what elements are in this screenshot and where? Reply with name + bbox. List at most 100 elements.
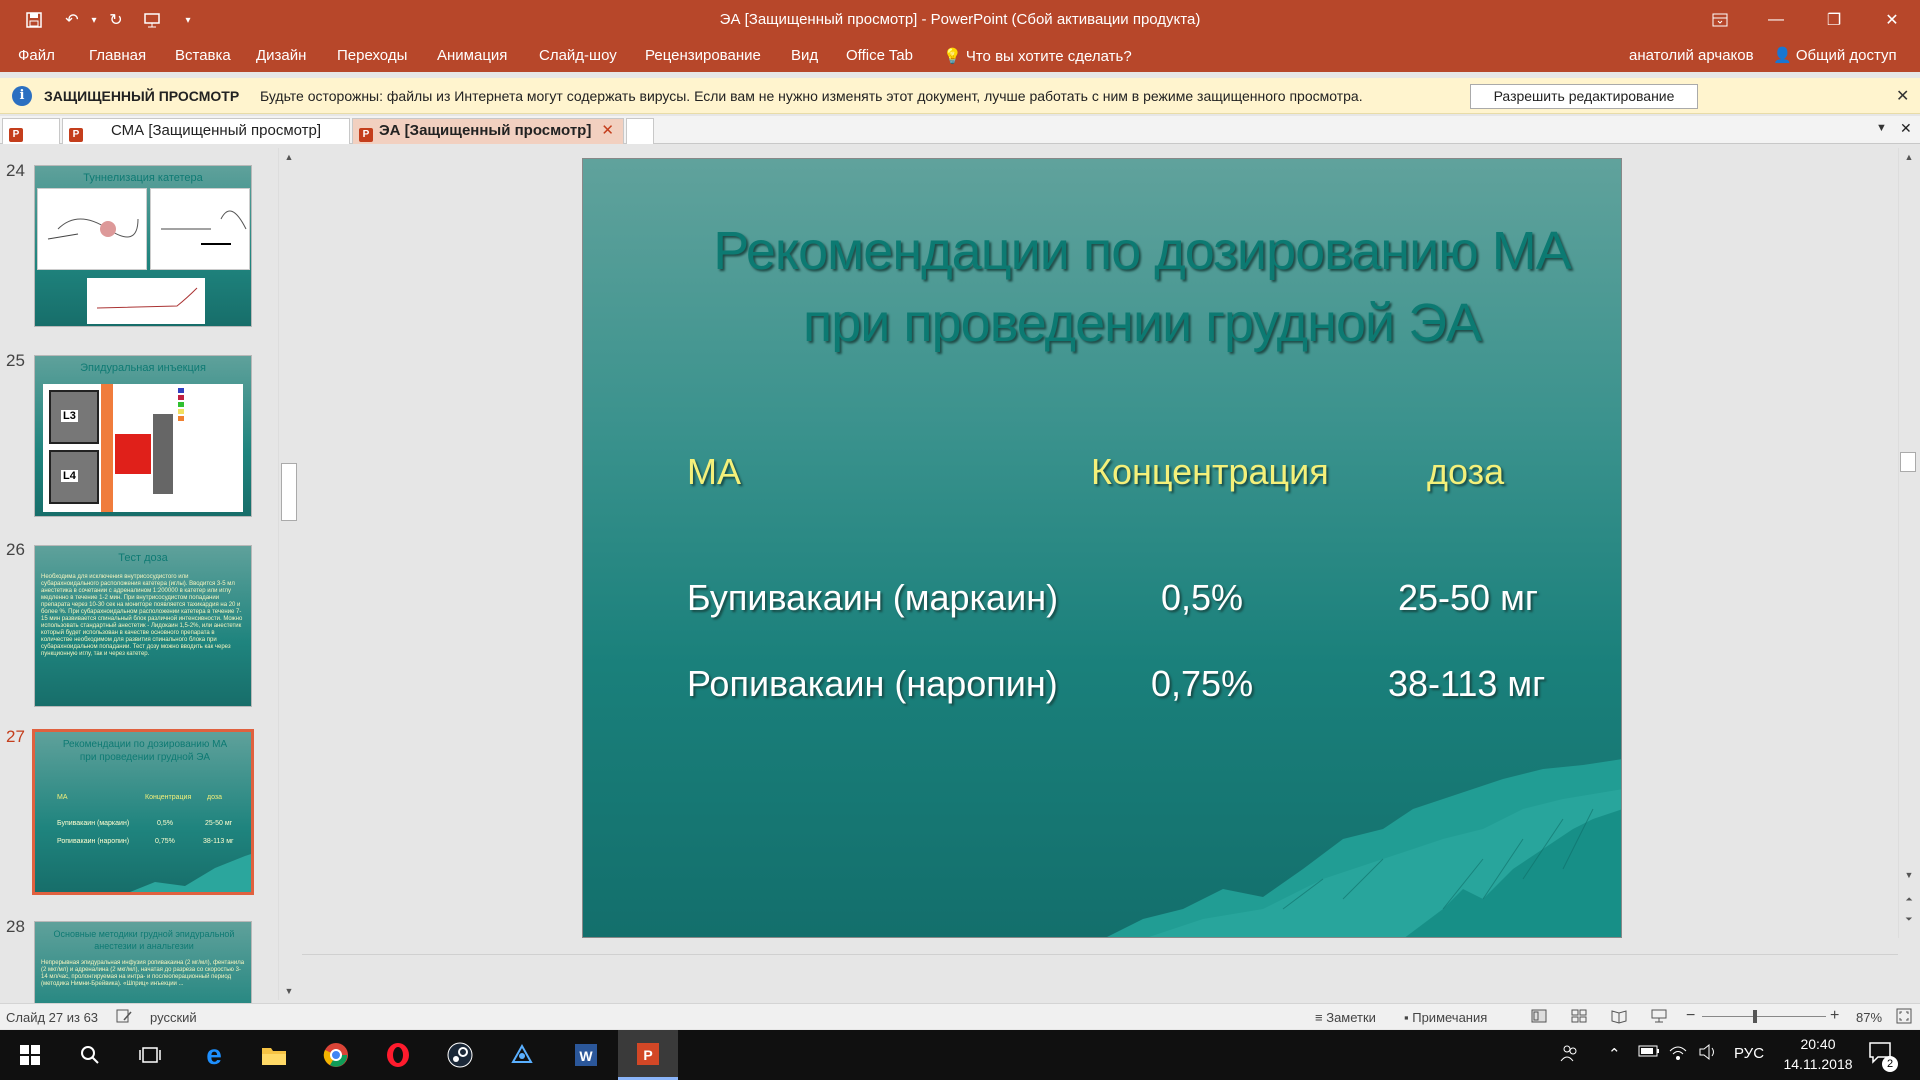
- row1-drug[interactable]: Бупивакаин (маркаин): [687, 577, 1058, 619]
- slideshow-view-icon[interactable]: [1651, 1008, 1667, 1027]
- zoom-level[interactable]: 87%: [1856, 1010, 1882, 1025]
- user-name[interactable]: анатолий арчаков: [1629, 47, 1754, 64]
- tab-close-icon[interactable]: ✕: [601, 122, 614, 139]
- tab-list-dropdown-icon[interactable]: ▼: [1876, 122, 1887, 134]
- row2-drug[interactable]: Ропивакаин (наропин): [687, 663, 1058, 705]
- row1-concentration[interactable]: 0,5%: [1161, 577, 1243, 619]
- tab-ea[interactable]: P ЭА [Защищенный просмотр] ✕: [352, 118, 624, 144]
- app-icon[interactable]: [492, 1030, 552, 1080]
- normal-view-icon[interactable]: [1531, 1008, 1547, 1027]
- scroll-down-icon[interactable]: ▼: [282, 984, 296, 998]
- slide-thumbnail-26[interactable]: Тест доза Необходима для исключения внут…: [34, 545, 252, 707]
- tab-review[interactable]: Рецензирование: [645, 47, 761, 64]
- tab-animations[interactable]: Анимация: [437, 47, 507, 64]
- header-dose[interactable]: доза: [1427, 451, 1504, 493]
- tab-insert[interactable]: Вставка: [175, 47, 231, 64]
- windows-taskbar: e W P ⌃ РУС 20:40 14.11.2018 2: [0, 1030, 1920, 1080]
- thumb-cell: МА: [57, 794, 68, 801]
- close-icon[interactable]: ✕: [1896, 86, 1909, 106]
- tab-view[interactable]: Вид: [791, 47, 818, 64]
- comment-icon: ▪: [1404, 1010, 1409, 1025]
- tab-office-tab[interactable]: Office Tab: [846, 47, 913, 64]
- slide-thumbnail-25[interactable]: Эпидуральная инъекция L3 L4: [34, 355, 252, 517]
- zoom-slider-track[interactable]: [1702, 1016, 1826, 1017]
- scroll-up-icon[interactable]: ▲: [282, 150, 296, 164]
- people-icon[interactable]: [1560, 1043, 1580, 1067]
- header-ma[interactable]: МА: [687, 451, 741, 493]
- tab-file[interactable]: Файл: [18, 47, 55, 64]
- row1-dose[interactable]: 25-50 мг: [1398, 577, 1538, 619]
- clock[interactable]: 20:40 14.11.2018: [1776, 1034, 1860, 1074]
- close-button[interactable]: ✕: [1864, 0, 1920, 40]
- close-all-tabs-icon[interactable]: ✕: [1900, 120, 1912, 137]
- thumbnail-scrollbar[interactable]: ▲ ▼: [278, 148, 298, 1000]
- reading-view-icon[interactable]: [1611, 1008, 1627, 1027]
- steam-icon[interactable]: [430, 1030, 490, 1080]
- enable-editing-button[interactable]: Разрешить редактирование: [1470, 84, 1698, 109]
- language-indicator[interactable]: русский: [150, 1010, 197, 1025]
- tab-slideshow[interactable]: Слайд-шоу: [539, 47, 617, 64]
- slide-thumbnail-24[interactable]: Туннелизация катетера: [34, 165, 252, 327]
- thumbnail-pane[interactable]: 24 Туннелизация катетера 25 Эпидуральная…: [0, 145, 300, 1003]
- file-explorer-icon[interactable]: [244, 1030, 304, 1080]
- scroll-up-icon[interactable]: ▲: [1902, 150, 1916, 164]
- previous-slide-icon[interactable]: ⏶: [1902, 892, 1916, 906]
- next-slide-icon[interactable]: ⏷: [1902, 912, 1916, 926]
- thumb-image: L3 L4: [43, 384, 243, 512]
- comments-button[interactable]: ▪ Примечания: [1404, 1010, 1487, 1025]
- notes-divider[interactable]: [302, 954, 1898, 955]
- show-hidden-icons[interactable]: ⌃: [1608, 1045, 1621, 1063]
- zoom-slider-thumb[interactable]: [1753, 1010, 1758, 1023]
- word-icon[interactable]: W: [556, 1030, 616, 1080]
- slide-thumbnail-28[interactable]: Основные методики грудной эпидуральной а…: [34, 921, 252, 1003]
- minimize-button[interactable]: —: [1748, 0, 1804, 40]
- battery-icon[interactable]: [1638, 1044, 1660, 1062]
- ribbon-tabs: Файл Главная Вставка Дизайн Переходы Ани…: [0, 40, 1920, 72]
- powerpoint-taskbar-icon[interactable]: P: [618, 1030, 678, 1080]
- scrollbar-thumb[interactable]: [1900, 452, 1916, 472]
- row2-dose[interactable]: 38-113 мг: [1388, 663, 1545, 705]
- search-icon[interactable]: [60, 1030, 120, 1080]
- input-language[interactable]: РУС: [1734, 1045, 1764, 1062]
- status-bar: Слайд 27 из 63 русский ≡ Заметки ▪ Приме…: [0, 1003, 1920, 1029]
- windows-start-icon[interactable]: [0, 1030, 60, 1080]
- thumb-title: Эпидуральная инъекция: [80, 362, 206, 374]
- thumb-image: [37, 188, 147, 270]
- slide-canvas[interactable]: Рекомендации по дозированию МА при прове…: [582, 158, 1622, 938]
- notes-button[interactable]: ≡ Заметки: [1315, 1010, 1376, 1025]
- slide-scrollbar[interactable]: ▲ ▼ ⏶ ⏷: [1898, 148, 1918, 938]
- slide-title-line2: при проведении грудной ЭА: [802, 293, 1482, 353]
- slide-title[interactable]: Рекомендации по дозированию МА при прове…: [663, 215, 1621, 359]
- spellcheck-icon[interactable]: [116, 1008, 132, 1027]
- header-concentration[interactable]: Концентрация: [1091, 451, 1329, 493]
- scrollbar-thumb[interactable]: [281, 463, 297, 521]
- wifi-icon[interactable]: [1668, 1043, 1688, 1065]
- thumb-title: Туннелизация катетера: [83, 172, 203, 184]
- fit-to-window-icon[interactable]: [1896, 1008, 1912, 1027]
- notes-icon: ≡: [1315, 1010, 1323, 1025]
- tab-label: СМА [Защищенный просмотр]: [111, 122, 322, 139]
- svg-text:P: P: [643, 1047, 652, 1063]
- ribbon-display-options-icon[interactable]: [1692, 0, 1748, 40]
- tab-transitions[interactable]: Переходы: [337, 47, 407, 64]
- new-tab-button[interactable]: [626, 118, 654, 144]
- tell-me-search[interactable]: 💡 Что вы хотите сделать?: [943, 47, 1132, 65]
- task-view-icon[interactable]: [120, 1030, 180, 1080]
- slide-thumbnail-27[interactable]: Рекомендации по дозированию МА при прове…: [32, 729, 254, 895]
- edge-browser-icon[interactable]: e: [184, 1030, 244, 1080]
- volume-icon[interactable]: [1698, 1043, 1718, 1065]
- zoom-in-icon[interactable]: +: [1830, 1007, 1839, 1025]
- chrome-icon[interactable]: [306, 1030, 366, 1080]
- tab-cma[interactable]: P СМА [Защищенный просмотр]: [62, 118, 350, 144]
- restore-button[interactable]: ❐: [1806, 0, 1862, 40]
- scroll-down-icon[interactable]: ▼: [1902, 868, 1916, 882]
- zoom-out-icon[interactable]: −: [1686, 1007, 1695, 1025]
- tab-home[interactable]: Главная: [89, 47, 146, 64]
- tab-new-doc[interactable]: P: [2, 118, 60, 144]
- slide-sorter-icon[interactable]: [1571, 1008, 1587, 1027]
- share-button[interactable]: 👤 Общий доступ: [1773, 46, 1897, 64]
- row2-concentration[interactable]: 0,75%: [1151, 663, 1253, 705]
- tab-design[interactable]: Дизайн: [256, 47, 306, 64]
- opera-icon[interactable]: [368, 1030, 428, 1080]
- protected-view-bar: i ЗАЩИЩЕННЫЙ ПРОСМОТР Будьте осторожны: …: [0, 78, 1920, 114]
